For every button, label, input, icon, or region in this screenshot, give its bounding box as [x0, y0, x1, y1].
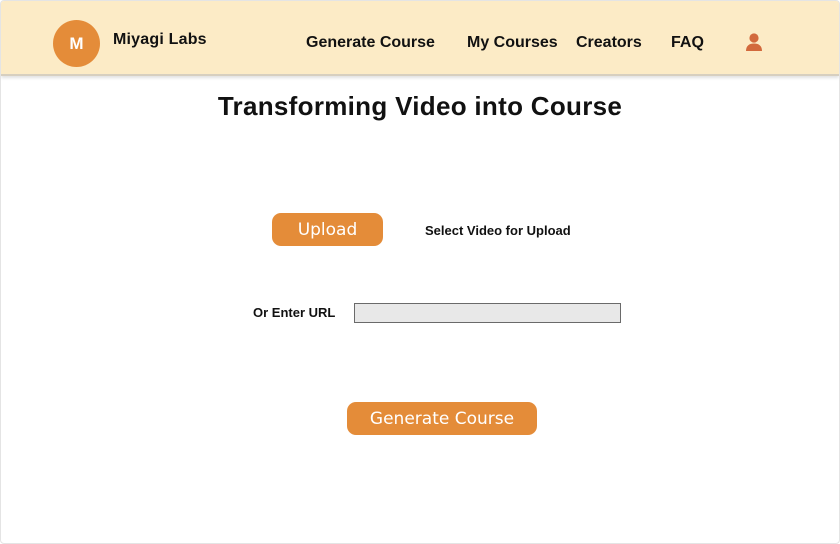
nav-generate-course[interactable]: Generate Course — [306, 34, 435, 52]
upload-hint: Select Video for Upload — [425, 223, 571, 238]
app-window: M Miyagi Labs Generate Course My Courses… — [0, 0, 840, 544]
page-title: Transforming Video into Course — [217, 91, 623, 121]
generate-course-button[interactable]: Generate Course — [347, 402, 537, 435]
url-label: Or Enter URL — [253, 305, 336, 320]
top-navbar: M Miyagi Labs Generate Course My Courses… — [1, 1, 839, 76]
upload-button[interactable]: Upload — [272, 213, 383, 246]
user-icon[interactable] — [744, 32, 764, 52]
url-input[interactable] — [354, 303, 621, 323]
brand-name: Miyagi Labs — [113, 31, 207, 48]
nav-faq[interactable]: FAQ — [671, 34, 704, 52]
nav-my-courses[interactable]: My Courses — [467, 34, 558, 52]
logo[interactable]: M — [53, 20, 100, 67]
nav-creators[interactable]: Creators — [576, 34, 642, 52]
logo-letter: M — [69, 33, 84, 53]
